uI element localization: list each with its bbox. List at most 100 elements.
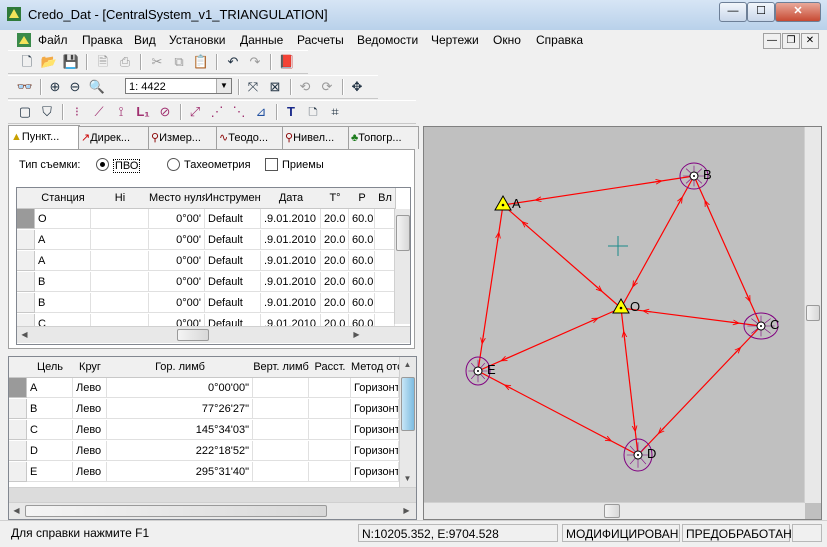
- radio-tacheometry[interactable]: [167, 158, 180, 171]
- row-selector[interactable]: [17, 251, 35, 271]
- col-date[interactable]: Дата: [261, 188, 322, 209]
- col-station[interactable]: Станция: [35, 188, 92, 209]
- stations-cell[interactable]: 0°00': [149, 251, 205, 271]
- observations-cell[interactable]: Горизонт: [351, 441, 399, 461]
- select-rect-icon[interactable]: ▢: [16, 103, 34, 121]
- select-polygon-icon[interactable]: ⛉: [38, 103, 56, 121]
- observations-cell[interactable]: 295°31'40": [107, 462, 253, 482]
- glasses-icon[interactable]: 👓: [16, 78, 34, 96]
- scroll-down-icon[interactable]: ▼: [400, 471, 415, 486]
- stations-cell[interactable]: [375, 272, 395, 292]
- redo-icon[interactable]: ↷: [246, 53, 264, 71]
- observations-cell[interactable]: Горизонт: [351, 378, 399, 398]
- col-hi[interactable]: Hi: [91, 188, 150, 209]
- menu-file[interactable]: Файл: [38, 33, 68, 47]
- col-instrument[interactable]: Инструмент: [205, 188, 262, 209]
- stations-cell[interactable]: Default: [205, 209, 261, 229]
- stations-cell[interactable]: 0°00': [149, 230, 205, 250]
- menu-drawings[interactable]: Чертежи: [431, 33, 479, 47]
- menu-view[interactable]: Вид: [134, 33, 156, 47]
- observations-cell[interactable]: D: [27, 441, 73, 461]
- stations-cell[interactable]: .9.01.2010: [261, 293, 321, 313]
- zoom-extents-icon[interactable]: ⤧: [244, 78, 262, 96]
- stations-cell[interactable]: [91, 272, 149, 292]
- tab-leveling[interactable]: ⚲Нивел...: [282, 126, 350, 149]
- tab-points[interactable]: ▲Пункт...: [8, 125, 80, 150]
- observations-cell[interactable]: A: [27, 378, 73, 398]
- menu-help[interactable]: Справка: [536, 33, 583, 47]
- stations-cell[interactable]: B: [35, 272, 91, 292]
- col-vertical[interactable]: Верт. лимб: [253, 357, 310, 378]
- observations-cell[interactable]: Горизонт: [351, 462, 399, 482]
- row-selector[interactable]: [17, 209, 35, 229]
- pan-forward-icon[interactable]: ⟳: [318, 78, 336, 96]
- stations-hscroll[interactable]: ◀ ▶: [17, 326, 410, 343]
- observations-cell[interactable]: Лево: [73, 441, 107, 461]
- zoom-xy-icon[interactable]: ⊠: [266, 78, 284, 96]
- pan-back-icon[interactable]: ⟲: [296, 78, 314, 96]
- pan-icon[interactable]: ✥: [348, 78, 366, 96]
- stations-cell[interactable]: 20.0: [321, 209, 349, 229]
- traverse-icon[interactable]: ⤢: [186, 103, 204, 121]
- book-icon[interactable]: 📕: [278, 53, 296, 71]
- observations-cell[interactable]: [309, 462, 351, 482]
- minimize-button[interactable]: —: [719, 2, 747, 22]
- stations-cell[interactable]: A: [35, 230, 91, 250]
- stations-cell[interactable]: [375, 230, 395, 250]
- col-temperature[interactable]: T°: [321, 188, 350, 209]
- col-distance[interactable]: Расст.: [309, 357, 352, 378]
- map-hscroll-thumb[interactable]: [604, 504, 620, 518]
- row-selector[interactable]: [17, 230, 35, 250]
- observations-cell[interactable]: [253, 441, 309, 461]
- stations-cell[interactable]: 20.0: [321, 230, 349, 250]
- tab-theodolite[interactable]: ∿Теодо...: [216, 126, 284, 149]
- control-point-marker[interactable]: [612, 297, 630, 314]
- scale-combo[interactable]: 1: 4422 ▼: [125, 78, 232, 94]
- col-zero-place[interactable]: Место нуля: [149, 188, 206, 209]
- observations-cell[interactable]: Горизонт: [351, 420, 399, 440]
- map-view[interactable]: A B C D E O: [423, 126, 822, 520]
- row-selector[interactable]: [9, 462, 27, 482]
- row-selector[interactable]: [9, 420, 27, 440]
- print-preview-icon[interactable]: 🗎: [94, 53, 112, 71]
- maximize-button[interactable]: ☐: [747, 2, 775, 22]
- observations-cell[interactable]: Лево: [73, 462, 107, 482]
- observations-cell[interactable]: 77°26'27": [107, 399, 253, 419]
- col-humidity[interactable]: Вл: [375, 188, 396, 209]
- link-icon[interactable]: ⊘: [156, 103, 174, 121]
- note-icon[interactable]: 🗅: [304, 103, 322, 121]
- stations-cell[interactable]: A: [35, 251, 91, 271]
- col-pressure[interactable]: P: [349, 188, 376, 209]
- stations-cell[interactable]: .9.01.2010: [261, 209, 321, 229]
- stations-cell[interactable]: 20.0: [321, 272, 349, 292]
- angle-icon[interactable]: ⊿: [252, 103, 270, 121]
- observations-hscroll[interactable]: ◀ ▶: [9, 502, 416, 519]
- stations-cell[interactable]: 0°00': [149, 293, 205, 313]
- new-file-icon[interactable]: 🗋: [18, 53, 36, 71]
- observations-cell[interactable]: [309, 420, 351, 440]
- tab-topography[interactable]: ♣Топогр...: [348, 126, 419, 149]
- stations-cell[interactable]: 60.0: [349, 209, 375, 229]
- polyline-icon[interactable]: ⟟: [112, 103, 130, 121]
- stations-cell[interactable]: B: [35, 293, 91, 313]
- col-horizontal[interactable]: Гор. лимб: [107, 357, 254, 378]
- stations-cell[interactable]: 60.0: [349, 272, 375, 292]
- observations-cell[interactable]: 222°18'52": [107, 441, 253, 461]
- direction-icon[interactable]: ⋱: [230, 103, 248, 121]
- zoom-out-icon[interactable]: ⊖: [66, 78, 84, 96]
- col-method[interactable]: Метод отсчета: [351, 357, 400, 378]
- observations-cell[interactable]: Лево: [73, 399, 107, 419]
- observations-hscroll-thumb[interactable]: [25, 505, 327, 517]
- stations-cell[interactable]: 0°00': [149, 209, 205, 229]
- copy-icon[interactable]: ⧉: [170, 53, 188, 71]
- sets-checkbox[interactable]: [265, 158, 278, 171]
- scroll-left-icon[interactable]: ◀: [17, 327, 32, 342]
- stations-cell[interactable]: [375, 293, 395, 313]
- stations-cell[interactable]: [375, 209, 395, 229]
- row-selector[interactable]: [9, 441, 27, 461]
- stations-cell[interactable]: 60.0: [349, 230, 375, 250]
- observations-cell[interactable]: [309, 378, 351, 398]
- frame-icon[interactable]: ⌗: [326, 103, 344, 121]
- stations-vscroll-thumb[interactable]: [396, 215, 410, 251]
- stations-cell[interactable]: .9.01.2010: [261, 230, 321, 250]
